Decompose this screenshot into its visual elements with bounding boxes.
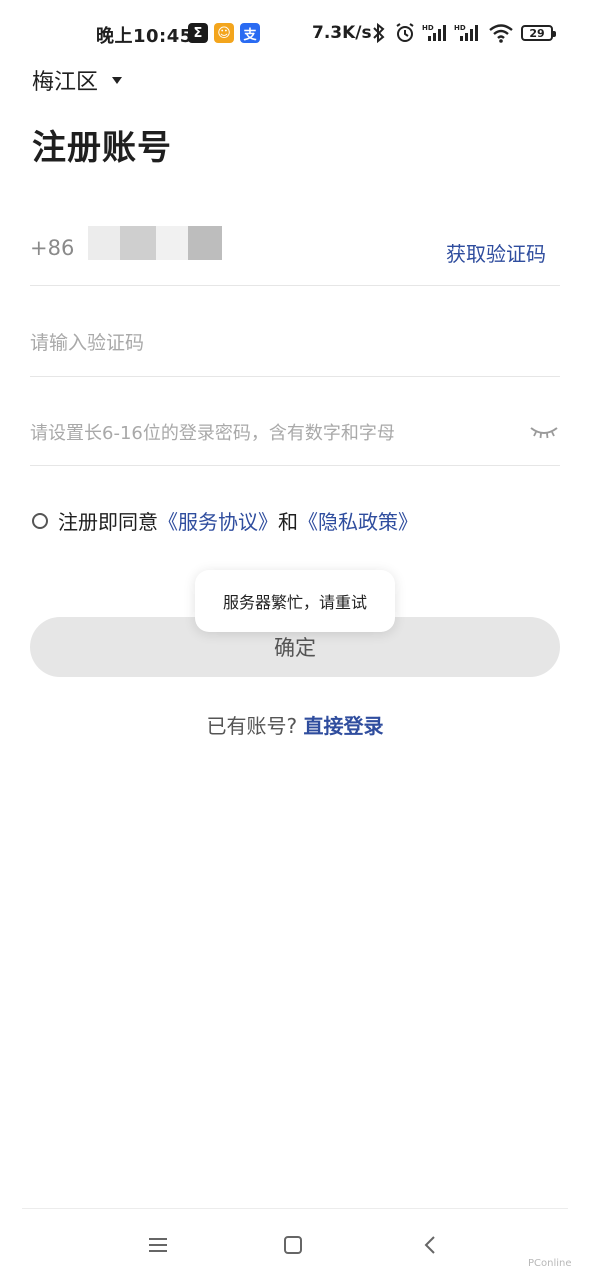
status-time: 晚上10:45 (96, 26, 193, 47)
agreement-prefix: 注册即同意 (58, 510, 158, 534)
service-agreement-link[interactable]: 《服务协议》 (158, 506, 278, 535)
svg-text:HD: HD (454, 24, 466, 32)
page-title: 注册账号 (32, 128, 172, 168)
signal-hd-icon: HD (422, 24, 446, 41)
alipay-icon: 支 (240, 23, 260, 43)
home-icon (284, 1236, 302, 1254)
notification-app-icon: ☺ (214, 23, 234, 43)
menu-button[interactable] (138, 1228, 178, 1262)
get-code-button[interactable]: 获取验证码 (446, 238, 546, 267)
alarm-icon (396, 23, 414, 42)
direct-login-link[interactable]: 直接登录 (303, 714, 383, 738)
notification-app-icon: Σ (188, 23, 208, 43)
nav-divider (22, 1208, 568, 1209)
wifi-icon (489, 24, 513, 43)
verification-code-input[interactable] (30, 328, 530, 358)
error-toast: 服务器繁忙，请重试 (195, 570, 395, 632)
privacy-policy-link[interactable]: 《隐私政策》 (298, 506, 418, 535)
bluetooth-icon (373, 22, 385, 44)
agreement-and: 和 (278, 510, 298, 534)
home-button[interactable] (273, 1228, 313, 1262)
battery-icon: 29 (521, 25, 556, 41)
location-selector[interactable]: 梅江区 (32, 64, 123, 96)
network-speed: 7.3K/s (312, 23, 372, 43)
divider (30, 376, 560, 377)
divider (30, 285, 560, 286)
watermark: PConline (528, 1258, 572, 1269)
back-icon (424, 1236, 435, 1254)
eye-closed-icon[interactable] (528, 419, 560, 443)
password-input[interactable] (30, 418, 520, 448)
login-prompt-row: 已有账号? 直接登录 (0, 710, 590, 739)
divider (30, 465, 560, 466)
agreement-row: 注册即同意 《服务协议》 和 《隐私政策》 (32, 506, 418, 535)
status-bar: 晚上10:45 Σ ☺ 支 7.3K/s HD HD 29 (0, 0, 590, 68)
country-code[interactable]: +86 (30, 236, 74, 260)
signal-hd-icon: HD (454, 24, 478, 41)
menu-icon (149, 1238, 167, 1252)
phone-number-input[interactable] (88, 226, 224, 260)
masked-phone-number (88, 226, 222, 260)
agreement-radio[interactable] (32, 512, 48, 529)
login-prompt: 已有账号? (206, 714, 298, 738)
location-label: 梅江区 (32, 70, 99, 95)
caret-down-icon (112, 76, 123, 84)
back-button[interactable] (410, 1228, 450, 1262)
svg-text:HD: HD (422, 24, 434, 32)
